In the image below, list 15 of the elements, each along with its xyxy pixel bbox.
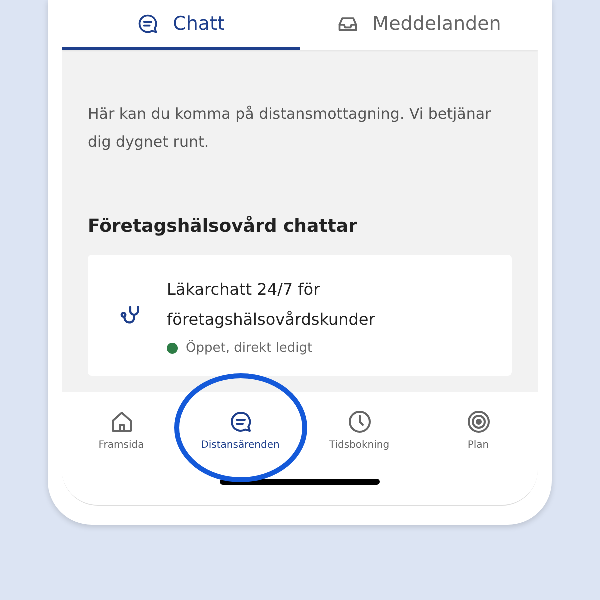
nav-item[interactable]: Tidsbokning: [300, 410, 419, 451]
nav-item[interactable]: Plan: [419, 410, 538, 451]
home-icon: [110, 410, 134, 434]
chat-card[interactable]: Läkarchatt 24/7 för företagshälsovårdskunder Öppet, direkt ledigt: [88, 255, 512, 376]
clock-icon: [348, 410, 372, 434]
nav-item[interactable]: Framsida: [62, 410, 181, 451]
tab[interactable]: Chatt: [62, 0, 300, 50]
chat-bubble-icon: [228, 410, 252, 434]
target-icon: [466, 410, 490, 434]
intro-text: Här kan du komma på distansmottagning. Vi betjänar dig dygnet runt.: [88, 104, 492, 153]
section-heading: Företagshälsovård chattar: [88, 216, 358, 237]
tab[interactable]: Meddelanden: [300, 0, 538, 50]
card-title: Läkarchatt 24/7 för företagshälsovårdskunder: [167, 279, 376, 331]
status-text: Öppet, direkt ledigt: [186, 341, 313, 356]
chat-bubble-icon: [137, 12, 160, 34]
